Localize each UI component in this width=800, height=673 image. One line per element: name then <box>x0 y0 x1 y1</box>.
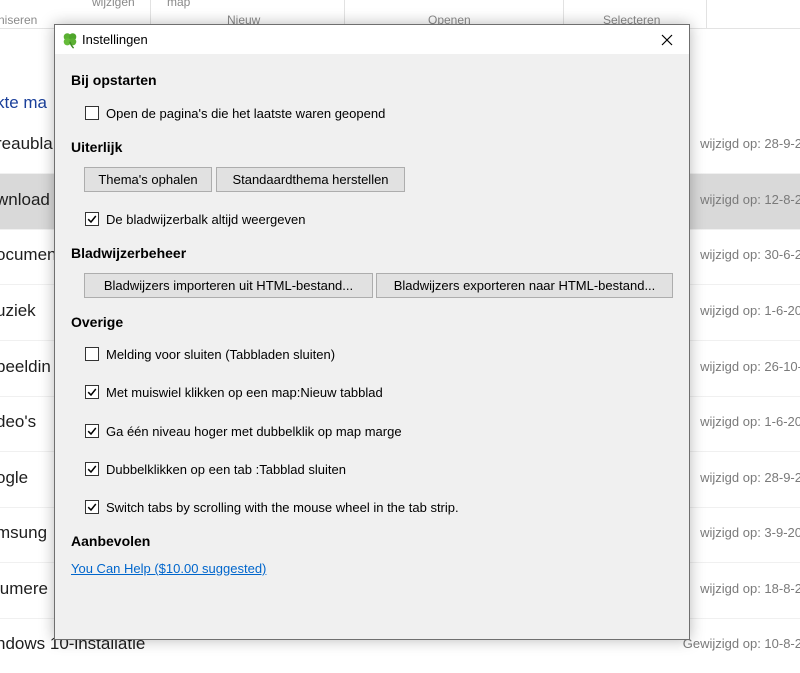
dialog-titlebar[interactable]: Instellingen <box>55 25 689 54</box>
list-item-name: msung <box>0 523 48 542</box>
checkbox-label: Ga één niveau hoger met dubbelklik op ma… <box>106 423 402 439</box>
checkmark-icon <box>87 427 97 436</box>
checkbox-label: Met muiswiel klikken op een map:Nieuw ta… <box>106 384 383 400</box>
list-item-date: Gewijzigd op: 10-8-2 <box>682 636 800 651</box>
checkbox-label: Open de pagina's die het laatste waren g… <box>106 105 386 121</box>
donate-link[interactable]: You Can Help ($10.00 suggested) <box>71 561 266 576</box>
list-item-date: wijzigd op: 12-8-2 <box>700 192 800 207</box>
ribbon-label-map: map <box>167 0 191 9</box>
checkmark-icon <box>87 465 97 474</box>
checkbox-box[interactable] <box>85 106 99 120</box>
list-item-date: wijzigd op: 30-6-2 <box>700 247 800 262</box>
checkbox-label: Dubbelklikken op een tab :Tabblad sluite… <box>106 461 346 477</box>
section-heading-appearance: Uiterlijk <box>71 139 123 155</box>
ribbon-separator <box>706 0 707 28</box>
checkbox-double-click-up-level[interactable]: Ga één niveau hoger met dubbelklik op ma… <box>85 423 402 439</box>
close-button[interactable] <box>645 25 689 54</box>
checkbox-middle-click-new-tab[interactable]: Met muiswiel klikken op een map:Nieuw ta… <box>85 384 383 400</box>
checkbox-box[interactable] <box>85 347 99 361</box>
nav-quick-access-link[interactable]: kte ma <box>0 93 47 113</box>
close-icon <box>661 34 673 45</box>
checkbox-always-show-bookmark-bar[interactable]: De bladwijzerbalk altijd weergeven <box>85 211 305 227</box>
list-item-name: wnload <box>0 190 50 209</box>
list-item-name: ogle <box>0 468 29 487</box>
list-item-name: deo's <box>0 412 37 431</box>
checkmark-icon <box>87 503 97 512</box>
list-item-date: wijzigd op: 28-9-2 <box>700 470 800 485</box>
list-item-date: wijzigd op: 26-10- <box>700 359 800 374</box>
dialog-title: Instellingen <box>82 32 148 47</box>
settings-dialog: Instellingen Bij opstarten Open de pagin… <box>54 24 690 640</box>
checkbox-label: Switch tabs by scrolling with the mouse … <box>106 499 459 515</box>
list-item-date: wijzigd op: 3-9-20 <box>700 525 800 540</box>
import-bookmarks-button[interactable]: Bladwijzers importeren uit HTML-bestand.… <box>84 273 373 298</box>
checkbox-box-checked[interactable] <box>85 424 99 438</box>
list-item-date: wijzigd op: 18-8-2 <box>700 581 800 596</box>
list-item-name: uziek <box>0 301 36 320</box>
checkbox-label: De bladwijzerbalk altijd weergeven <box>106 211 306 227</box>
ribbon-label-edit: wijzigen <box>92 0 135 9</box>
checkbox-close-warning[interactable]: Melding voor sluiten (Tabbladen sluiten) <box>85 346 335 362</box>
list-item-name: beeldin <box>0 357 51 376</box>
list-item-date: wijzigd op: 28-9-2 <box>700 136 800 151</box>
checkbox-scroll-switch-tabs[interactable]: Switch tabs by scrolling with the mouse … <box>85 499 459 515</box>
checkbox-open-last-pages[interactable]: Open de pagina's die het laatste waren g… <box>85 105 385 121</box>
checkbox-box-checked[interactable] <box>85 212 99 226</box>
export-bookmarks-button[interactable]: Bladwijzers exporteren naar HTML-bestand… <box>376 273 673 298</box>
get-themes-button[interactable]: Thema's ophalen <box>84 167 212 192</box>
checkbox-box-checked[interactable] <box>85 500 99 514</box>
checkbox-box-checked[interactable] <box>85 462 99 476</box>
list-item-name: ocumen <box>0 245 57 264</box>
clover-icon <box>61 31 79 49</box>
section-heading-other: Overige <box>71 314 124 330</box>
list-item-date: wijzigd op: 1-6-20 <box>700 303 800 318</box>
checkbox-double-click-close-tab[interactable]: Dubbelklikken op een tab :Tabblad sluite… <box>85 461 346 477</box>
restore-theme-button[interactable]: Standaardthema herstellen <box>216 167 405 192</box>
list-item-name: lumere <box>0 579 48 598</box>
section-heading-recommended: Aanbevolen <box>71 533 151 549</box>
checkbox-box-checked[interactable] <box>85 385 99 399</box>
ribbon-group-organize[interactable]: niseren <box>0 13 37 27</box>
list-item-name: reaubla <box>0 134 53 153</box>
section-heading-bookmarks: Bladwijzerbeheer <box>71 245 187 261</box>
section-heading-startup: Bij opstarten <box>71 72 157 88</box>
checkbox-label: Melding voor sluiten (Tabbladen sluiten) <box>106 346 336 362</box>
checkmark-icon <box>87 215 97 224</box>
checkmark-icon <box>87 388 97 397</box>
list-item-date: wijzigd op: 1-6-20 <box>700 414 800 429</box>
